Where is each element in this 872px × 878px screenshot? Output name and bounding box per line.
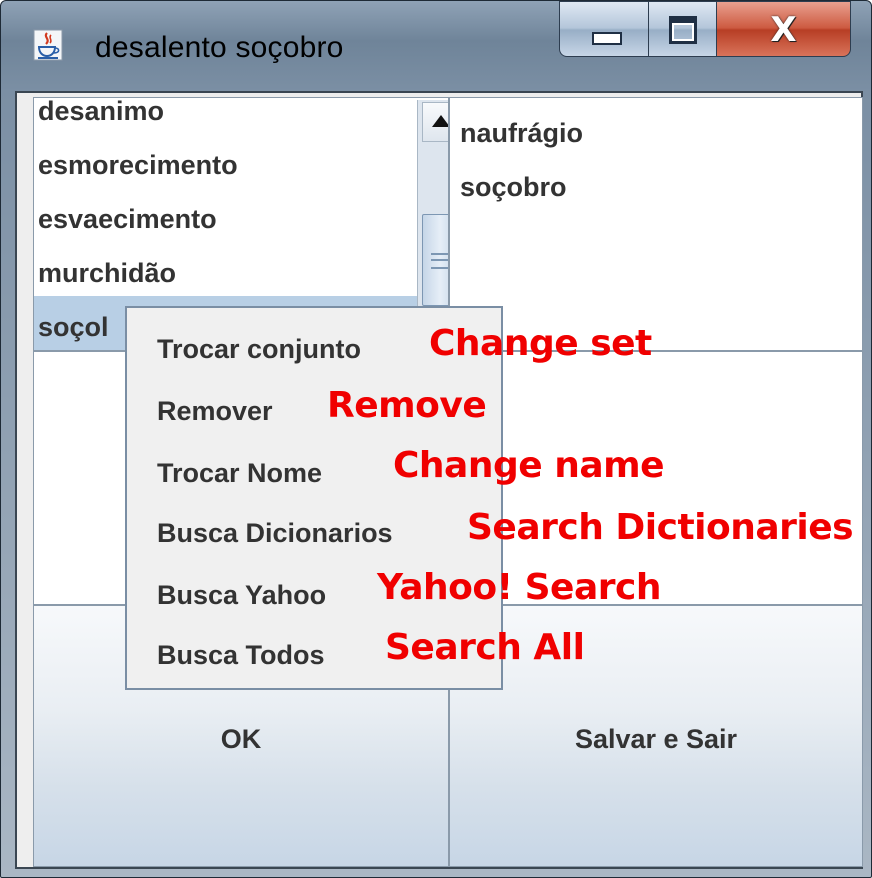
list-item[interactable]: desanimo xyxy=(38,98,164,127)
window-title: desalento soçobro xyxy=(95,31,344,64)
list-item[interactable]: naufrágio xyxy=(460,118,583,149)
annotation-change-name: Change name xyxy=(393,445,665,486)
maximize-icon xyxy=(669,16,697,44)
menu-item-remove[interactable]: Remover xyxy=(157,396,273,427)
annotation-search-all: Search All xyxy=(385,627,585,668)
annotation-remove: Remove xyxy=(327,385,487,426)
scroll-thumb[interactable] xyxy=(422,214,448,306)
title-bar[interactable]: desalento soçobro X xyxy=(1,1,871,91)
menu-item-search-all[interactable]: Busca Todos xyxy=(157,640,325,671)
right-list-panel: naufrágio soçobro xyxy=(449,97,863,351)
list-item[interactable]: soçobro xyxy=(460,172,567,203)
java-cup-icon xyxy=(33,29,63,61)
annotation-yahoo-search: Yahoo! Search xyxy=(377,567,661,608)
maximize-button[interactable] xyxy=(649,1,717,57)
minimize-button[interactable] xyxy=(559,1,649,57)
list-item[interactable]: esmorecimento xyxy=(38,150,238,181)
menu-item-yahoo-search[interactable]: Busca Yahoo xyxy=(157,580,326,611)
close-button[interactable]: X xyxy=(717,1,851,57)
minimize-icon xyxy=(592,32,622,45)
grip-icon xyxy=(431,253,448,269)
arrow-up-icon xyxy=(432,115,448,127)
annotation-search-dictionaries: Search Dictionaries xyxy=(467,507,854,548)
menu-item-search-dictionaries[interactable]: Busca Dicionarios xyxy=(157,518,393,549)
menu-item-change-set[interactable]: Trocar conjunto xyxy=(157,334,361,365)
menu-item-change-name[interactable]: Trocar Nome xyxy=(157,458,322,489)
window-controls: X xyxy=(559,1,851,65)
list-item-selected: soçol xyxy=(38,312,109,342)
app-window: desalento soçobro X desanimo esmorecimen… xyxy=(0,0,872,878)
list-item[interactable]: esvaecimento xyxy=(38,204,217,235)
annotation-change-set: Change set xyxy=(429,323,652,364)
ok-button-label: OK xyxy=(220,724,262,754)
list-item[interactable]: murchidão xyxy=(38,258,176,289)
save-exit-button-label: Salvar e Sair xyxy=(574,724,738,754)
close-icon: X xyxy=(770,10,797,50)
scroll-up-button[interactable] xyxy=(422,102,448,142)
